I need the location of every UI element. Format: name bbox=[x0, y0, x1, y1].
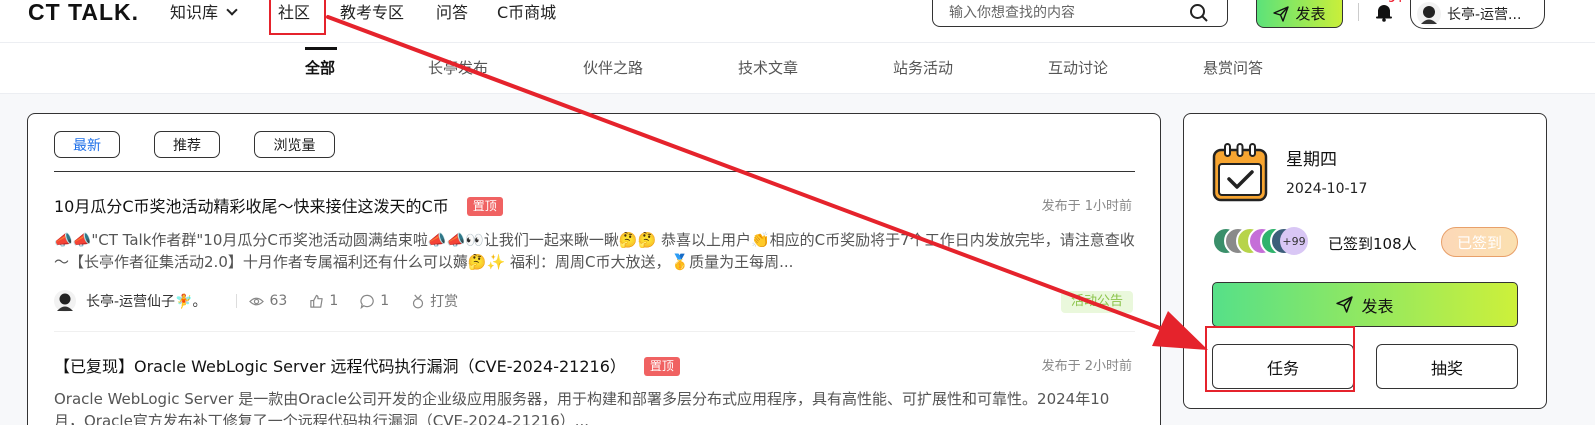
search-input[interactable] bbox=[949, 3, 1179, 23]
nav-qa[interactable]: 问答 bbox=[436, 3, 468, 23]
filter-views[interactable]: 浏览量 bbox=[254, 131, 335, 158]
divider bbox=[54, 171, 1135, 172]
nav-exam-zone[interactable]: 教考专区 bbox=[340, 3, 404, 23]
nav-knowledge-base-label: 知识库 bbox=[170, 3, 219, 22]
pinned-badge: 置顶 bbox=[643, 357, 680, 376]
active-tab-underline bbox=[305, 47, 337, 50]
divider bbox=[1358, 3, 1359, 21]
divider bbox=[54, 331, 1135, 332]
tab-discussion[interactable]: 互动讨论 bbox=[1048, 58, 1108, 78]
tab-tech-articles[interactable]: 技术文章 bbox=[738, 58, 798, 78]
tab-bounty-qa[interactable]: 悬赏问答 bbox=[1203, 58, 1263, 78]
nav-knowledge-base[interactable]: 知识库 bbox=[170, 3, 238, 23]
reward-button[interactable]: 打赏 bbox=[411, 291, 458, 311]
checked-in-button[interactable]: 已签到 bbox=[1441, 227, 1518, 257]
post-title[interactable]: 10月瓜分C币奖池活动精彩收尾～快来接住这泼天的C币 置顶 bbox=[54, 193, 503, 217]
author-name[interactable]: 长亭-运营仙子🧚。 bbox=[86, 291, 206, 311]
publish-button-top-label: 发表 bbox=[1295, 5, 1326, 23]
user-name: 长亭-运营... bbox=[1447, 7, 1522, 23]
post-excerpt[interactable]: 📣📣"CT Talk作者群"10月瓜分C币奖池活动圆满结束啦📣📣👀让我们一起来瞅… bbox=[54, 229, 1136, 273]
post-title-text: 10月瓜分C币奖池活动精彩收尾～快来接住这泼天的C币 bbox=[54, 197, 449, 216]
comments-count: 1 bbox=[380, 293, 390, 309]
publish-button-label: 发表 bbox=[1361, 296, 1394, 316]
calendar-check-icon bbox=[1212, 143, 1268, 202]
site-logo[interactable]: CT TALK. bbox=[28, 0, 139, 24]
pinned-badge: 置顶 bbox=[466, 197, 503, 216]
category-tabs: 全部 长亭发布 伙伴之路 技术文章 站务活动 互动讨论 悬赏问答 bbox=[0, 43, 1595, 94]
search-box bbox=[932, 0, 1228, 27]
author-avatar[interactable] bbox=[54, 290, 76, 312]
post-title[interactable]: 【已复现】Oracle WebLogic Server 远程代码执行漏洞（CVE… bbox=[54, 353, 680, 377]
filter-recommended[interactable]: 推荐 bbox=[154, 131, 220, 158]
publish-button-top[interactable]: 发表 bbox=[1256, 0, 1343, 28]
send-icon bbox=[1336, 296, 1354, 313]
category-tag[interactable]: 活动公告 bbox=[1060, 291, 1133, 313]
post-excerpt[interactable]: Oracle WebLogic Server 是一款由Oracle公司开发的企业… bbox=[54, 388, 1136, 425]
likes-count: 1 bbox=[329, 293, 339, 309]
tab-partner-road[interactable]: 伙伴之路 bbox=[583, 58, 643, 78]
like-button[interactable]: 1 bbox=[309, 293, 338, 309]
filter-latest[interactable]: 最新 bbox=[54, 131, 120, 158]
chevron-down-icon bbox=[226, 4, 238, 16]
tab-all[interactable]: 全部 bbox=[305, 58, 335, 78]
comment-icon bbox=[360, 294, 374, 309]
tab-changting-release[interactable]: 长亭发布 bbox=[428, 58, 488, 78]
weekday-label: 星期四 bbox=[1286, 150, 1337, 170]
divider bbox=[236, 294, 238, 308]
top-navbar: CT TALK. 知识库 社区 教考专区 问答 C币商城 发表 9+ 长亭-运营… bbox=[0, 0, 1595, 43]
annotation-box-task bbox=[1205, 326, 1355, 392]
medal-icon bbox=[413, 294, 424, 308]
views-stat: 63 bbox=[249, 293, 287, 309]
nav-cbi-mall[interactable]: C币商城 bbox=[497, 3, 556, 23]
post-feed: 最新 推荐 浏览量 10月瓜分C币奖池活动精彩收尾～快来接住这泼天的C币 置顶 发… bbox=[27, 113, 1161, 425]
tab-site-activities[interactable]: 站务活动 bbox=[893, 58, 953, 78]
post-meta: 长亭-运营仙子🧚。 63 1 1 打赏 bbox=[54, 290, 480, 312]
lottery-button[interactable]: 抽奖 bbox=[1376, 344, 1518, 389]
signed-count: 已签到108人 bbox=[1328, 235, 1417, 253]
publish-button[interactable]: 发表 bbox=[1212, 282, 1518, 327]
post-time: 发布于 1小时前 bbox=[1041, 199, 1132, 214]
send-icon bbox=[1273, 5, 1290, 22]
eye-icon bbox=[249, 297, 265, 305]
thumbs-up-icon bbox=[310, 294, 324, 308]
search-icon[interactable] bbox=[1189, 3, 1209, 23]
comment-button[interactable]: 1 bbox=[360, 293, 389, 309]
reward-label: 打赏 bbox=[430, 294, 459, 310]
notification-badge: 9+ bbox=[1388, 0, 1405, 5]
date-label: 2024-10-17 bbox=[1286, 181, 1368, 197]
annotation-box-community bbox=[269, 0, 326, 35]
user-avatar bbox=[1417, 2, 1441, 26]
post-title-text: 【已复现】Oracle WebLogic Server 远程代码执行漏洞（CVE… bbox=[54, 357, 626, 376]
post-time: 发布于 2小时前 bbox=[1041, 359, 1132, 374]
more-avatars-count: +99 bbox=[1280, 227, 1308, 255]
user-menu[interactable]: 长亭-运营... bbox=[1410, 0, 1545, 29]
bell-icon[interactable] bbox=[1374, 2, 1394, 22]
views-count: 63 bbox=[269, 293, 288, 309]
